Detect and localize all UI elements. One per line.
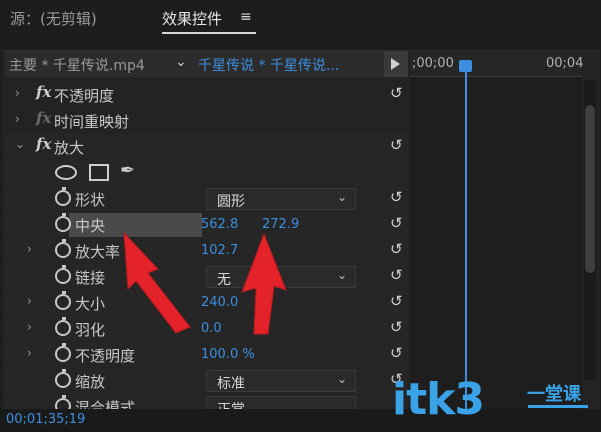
chevron-down-icon: ⌄ [336, 190, 347, 204]
panel-footer [0, 409, 601, 432]
watermark-subtext: 一堂课 [527, 384, 581, 405]
property-label: 不透明度 [75, 347, 136, 365]
property-row-magnification[interactable]: › 放大率 102.7 ↺ [5, 238, 408, 263]
chevron-right-icon[interactable]: › [27, 320, 32, 334]
effect-row-time-remap[interactable]: › fx 时间重映射 [5, 108, 408, 133]
blend-mode-dropdown[interactable]: 正常 [206, 396, 356, 409]
stopwatch-icon[interactable] [55, 343, 71, 362]
timeline-area[interactable] [410, 51, 582, 409]
red-arrow-right [241, 232, 287, 335]
chevron-right-icon[interactable]: › [27, 346, 32, 360]
fx-icon[interactable]: fx [36, 83, 51, 101]
chevron-down-icon: ⌄ [336, 372, 347, 386]
scrollbar-thumb[interactable] [585, 105, 595, 273]
pen-tool-icon[interactable]: ✒ [120, 160, 135, 181]
playhead-line[interactable] [465, 72, 467, 412]
reset-icon[interactable]: ↺ [390, 188, 403, 206]
property-label: 中央 [75, 217, 106, 235]
stopwatch-icon[interactable] [55, 291, 71, 310]
chevron-right-icon[interactable]: › [15, 86, 20, 100]
tab-effect-controls[interactable]: 效果控件 [162, 8, 222, 29]
effect-label: 不透明度 [54, 87, 115, 105]
property-row-opacity[interactable]: › 不透明度 100.0 % ↺ [5, 342, 408, 367]
effect-row-magnify[interactable]: ⌄ fx 放大 ↺ [5, 134, 408, 159]
time-ruler-label: 00;04 [546, 56, 584, 71]
stopwatch-icon[interactable] [55, 265, 71, 284]
active-tab-indicator [162, 32, 256, 34]
shape-dropdown[interactable]: 圆形 ⌄ [206, 188, 356, 210]
property-row-feather[interactable]: › 羽化 0.0 ↺ [5, 316, 408, 341]
playhead-handle[interactable] [459, 60, 472, 72]
time-ruler-label: ;00;00 [412, 56, 454, 71]
reset-icon[interactable]: ↺ [390, 136, 403, 154]
dropdown-value: 正常 [217, 399, 245, 409]
scaling-dropdown[interactable]: 标准 ⌄ [206, 370, 356, 392]
chevron-right-icon[interactable]: › [15, 112, 20, 126]
property-label: 混合模式 [75, 399, 136, 409]
sequence-clip-selector[interactable]: 千星传说 * 千星传说... [198, 55, 339, 75]
menu-icon[interactable]: ≡ [240, 9, 252, 25]
property-label: 形状 [75, 191, 106, 209]
ellipse-tool-icon[interactable] [55, 165, 77, 180]
red-arrow-left [123, 231, 191, 334]
property-row-scaling[interactable]: 缩放 标准 ⌄ ↺ [5, 368, 408, 393]
chevron-down-icon[interactable]: ⌄ [15, 137, 25, 151]
dropdown-value: 无 [217, 272, 231, 288]
reset-icon[interactable]: ↺ [390, 84, 403, 102]
watermark-logo: itk3 [392, 374, 485, 425]
watermark-underline [528, 405, 588, 408]
stopwatch-icon[interactable] [55, 395, 71, 409]
rectangle-tool-icon[interactable] [89, 164, 109, 181]
chevron-right-icon[interactable]: › [27, 294, 32, 308]
reset-icon[interactable]: ↺ [390, 344, 403, 362]
stopwatch-icon[interactable] [55, 187, 71, 206]
property-label: 放大率 [75, 243, 121, 261]
dropdown-value: 圆形 [217, 194, 245, 210]
opacity-value[interactable]: 100.0 % [201, 347, 255, 362]
property-label: 大小 [75, 295, 106, 313]
stopwatch-icon[interactable] [55, 369, 71, 388]
stopwatch-icon[interactable] [55, 317, 71, 336]
stopwatch-icon[interactable] [55, 213, 71, 232]
chevron-down-icon: ⌄ [336, 268, 347, 282]
property-label: 链接 [75, 269, 106, 287]
tab-source[interactable]: 源：(无剪辑) [10, 8, 97, 29]
property-label: 羽化 [75, 321, 106, 339]
current-timecode[interactable]: 00;01;35;19 [6, 412, 85, 427]
fx-icon[interactable]: fx [36, 135, 51, 153]
reset-icon[interactable]: ↺ [390, 292, 403, 310]
play-icon[interactable] [391, 58, 400, 70]
reset-icon[interactable]: ↺ [390, 240, 403, 258]
reset-icon[interactable]: ↺ [390, 214, 403, 232]
fx-icon: fx [36, 109, 52, 127]
master-clip-label[interactable]: 主要 * 千星传说.mp4 [9, 55, 145, 75]
chevron-right-icon[interactable]: › [27, 242, 32, 256]
property-label: 缩放 [75, 373, 106, 391]
stopwatch-icon[interactable] [55, 239, 71, 258]
reset-icon[interactable]: ↺ [390, 318, 403, 336]
effect-label: 放大 [54, 139, 85, 157]
feather-value[interactable]: 0.0 [201, 321, 222, 336]
property-row-center-content[interactable]: 中央 562.8 272.9 ↺ [5, 212, 408, 237]
chevron-down-icon[interactable]: ⌄ [175, 54, 187, 70]
dropdown-value: 标准 [217, 376, 245, 392]
property-row-blend-mode[interactable]: 混合模式 正常 [5, 394, 408, 409]
property-row-link[interactable]: 链接 无 ⌄ ↺ [5, 264, 408, 289]
effect-row-opacity[interactable]: › fx 不透明度 ↺ [5, 82, 408, 107]
reset-icon[interactable]: ↺ [390, 266, 403, 284]
property-row-size[interactable]: › 大小 240.0 ↺ [5, 290, 408, 315]
property-row-shape[interactable]: 形状 圆形 ⌄ ↺ [5, 186, 408, 211]
effect-label: 时间重映射 [54, 113, 130, 131]
